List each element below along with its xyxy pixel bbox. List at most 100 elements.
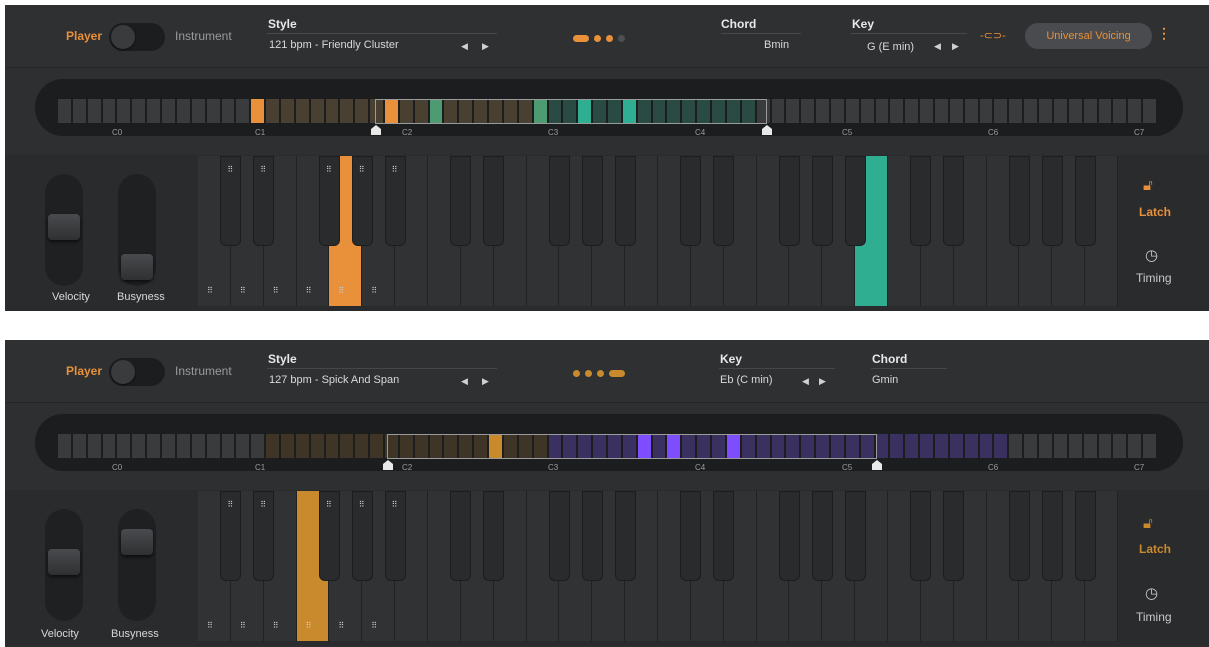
black-key[interactable] xyxy=(1074,156,1096,246)
range-cell[interactable] xyxy=(1068,99,1082,123)
black-key[interactable] xyxy=(1008,491,1030,581)
range-cell[interactable] xyxy=(979,434,993,458)
timing-button[interactable]: Timing xyxy=(1136,610,1172,624)
range-cell[interactable] xyxy=(875,99,889,123)
range-cell[interactable] xyxy=(1083,99,1097,123)
range-cell[interactable] xyxy=(340,434,354,458)
universal-voicing-button[interactable]: Universal Voicing xyxy=(1025,23,1152,49)
range-cell[interactable] xyxy=(1098,434,1112,458)
black-key[interactable] xyxy=(548,491,570,581)
key-next-arrow-icon[interactable]: ▶ xyxy=(952,41,959,52)
range-cell[interactable] xyxy=(176,99,190,123)
range-cell[interactable] xyxy=(266,434,279,458)
range-cell[interactable] xyxy=(87,434,101,458)
black-key[interactable]: ⠿ xyxy=(318,491,340,581)
style-value[interactable]: 127 bpm - Spick And Span xyxy=(269,374,399,386)
range-cell[interactable] xyxy=(949,434,963,458)
black-key[interactable]: ⠿ xyxy=(220,491,242,581)
range-cell[interactable] xyxy=(905,99,919,123)
busyness-slider[interactable] xyxy=(118,509,156,621)
range-cell[interactable] xyxy=(801,99,815,123)
black-key[interactable] xyxy=(680,156,702,246)
mode-toggle[interactable] xyxy=(109,23,165,51)
range-cell[interactable] xyxy=(221,99,235,123)
range-cell[interactable] xyxy=(72,434,86,458)
black-key[interactable] xyxy=(844,156,866,246)
busyness-thumb[interactable] xyxy=(121,254,153,280)
black-key[interactable] xyxy=(1008,156,1030,246)
range-cell[interactable] xyxy=(816,99,829,123)
lock-icon[interactable]: 🔓︎ xyxy=(1143,177,1153,194)
black-key[interactable] xyxy=(1041,156,1063,246)
range-cell[interactable] xyxy=(325,434,339,458)
range-cell[interactable] xyxy=(147,99,161,123)
range-cell[interactable] xyxy=(890,99,904,123)
black-key[interactable] xyxy=(778,491,800,581)
range-cell[interactable] xyxy=(191,99,205,123)
range-cell[interactable] xyxy=(964,99,978,123)
black-key[interactable] xyxy=(910,491,932,581)
black-key[interactable]: ⠿ xyxy=(351,156,373,246)
velocity-thumb[interactable] xyxy=(48,214,80,240)
black-key[interactable] xyxy=(1041,491,1063,581)
range-cell[interactable] xyxy=(1143,99,1156,123)
range-cell[interactable] xyxy=(206,99,220,123)
range-cell[interactable] xyxy=(251,99,265,123)
black-key[interactable]: ⠿ xyxy=(351,491,373,581)
range-cell[interactable] xyxy=(1128,99,1142,123)
range-cell[interactable] xyxy=(994,434,1008,458)
range-cell[interactable] xyxy=(310,99,324,123)
range-cell[interactable] xyxy=(147,434,161,458)
range-cell[interactable] xyxy=(1113,99,1127,123)
page-dot-3[interactable] xyxy=(606,35,613,43)
more-menu-icon[interactable]: ⋮ xyxy=(1157,25,1171,42)
black-key[interactable] xyxy=(680,491,702,581)
black-key[interactable] xyxy=(483,491,505,581)
range-cell[interactable] xyxy=(355,99,369,123)
range-cell[interactable] xyxy=(355,434,369,458)
black-key[interactable]: ⠿ xyxy=(253,491,275,581)
range-cell[interactable] xyxy=(1098,99,1112,123)
range-cell[interactable] xyxy=(1083,434,1097,458)
range-cell[interactable] xyxy=(1024,99,1038,123)
black-key[interactable] xyxy=(450,491,472,581)
range-cell[interactable] xyxy=(206,434,220,458)
range-cell[interactable] xyxy=(117,434,131,458)
black-key[interactable] xyxy=(844,491,866,581)
key-value[interactable]: Eb (C min) xyxy=(720,374,773,386)
range-cell[interactable] xyxy=(236,434,250,458)
range-cell[interactable] xyxy=(1068,434,1082,458)
black-key[interactable] xyxy=(1074,491,1096,581)
range-cell[interactable] xyxy=(860,99,874,123)
clock-icon[interactable]: ◷ xyxy=(1145,246,1158,264)
style-next-arrow-icon[interactable]: ▶ xyxy=(482,376,489,387)
range-cell[interactable] xyxy=(935,99,948,123)
range-cell[interactable] xyxy=(964,434,978,458)
chord-value[interactable]: Gmin xyxy=(872,374,898,386)
black-key[interactable] xyxy=(713,491,735,581)
range-cell[interactable] xyxy=(979,99,993,123)
key-prev-arrow-icon[interactable]: ◀ xyxy=(934,41,941,52)
page-dot-2[interactable] xyxy=(585,370,592,378)
range-cell[interactable] xyxy=(890,434,904,458)
latch-button[interactable]: Latch xyxy=(1139,205,1171,219)
busyness-thumb[interactable] xyxy=(121,529,153,555)
black-key[interactable]: ⠿ xyxy=(220,156,242,246)
range-cell[interactable] xyxy=(1053,434,1067,458)
range-cell[interactable] xyxy=(340,99,354,123)
page-dot-2[interactable] xyxy=(594,35,601,43)
style-prev-arrow-icon[interactable]: ◀ xyxy=(461,376,468,387)
range-selection[interactable] xyxy=(387,434,877,459)
black-key[interactable] xyxy=(778,156,800,246)
mode-instrument-label[interactable]: Instrument xyxy=(175,364,232,378)
black-key[interactable] xyxy=(811,491,833,581)
range-cell[interactable] xyxy=(325,99,339,123)
style-next-arrow-icon[interactable]: ▶ xyxy=(482,41,489,52)
black-key[interactable] xyxy=(483,156,505,246)
mode-instrument-label[interactable]: Instrument xyxy=(175,29,232,43)
black-key[interactable]: ⠿ xyxy=(384,491,406,581)
range-cell[interactable] xyxy=(949,99,963,123)
range-cell[interactable] xyxy=(280,99,294,123)
velocity-thumb[interactable] xyxy=(48,549,80,575)
range-cell[interactable] xyxy=(162,434,175,458)
